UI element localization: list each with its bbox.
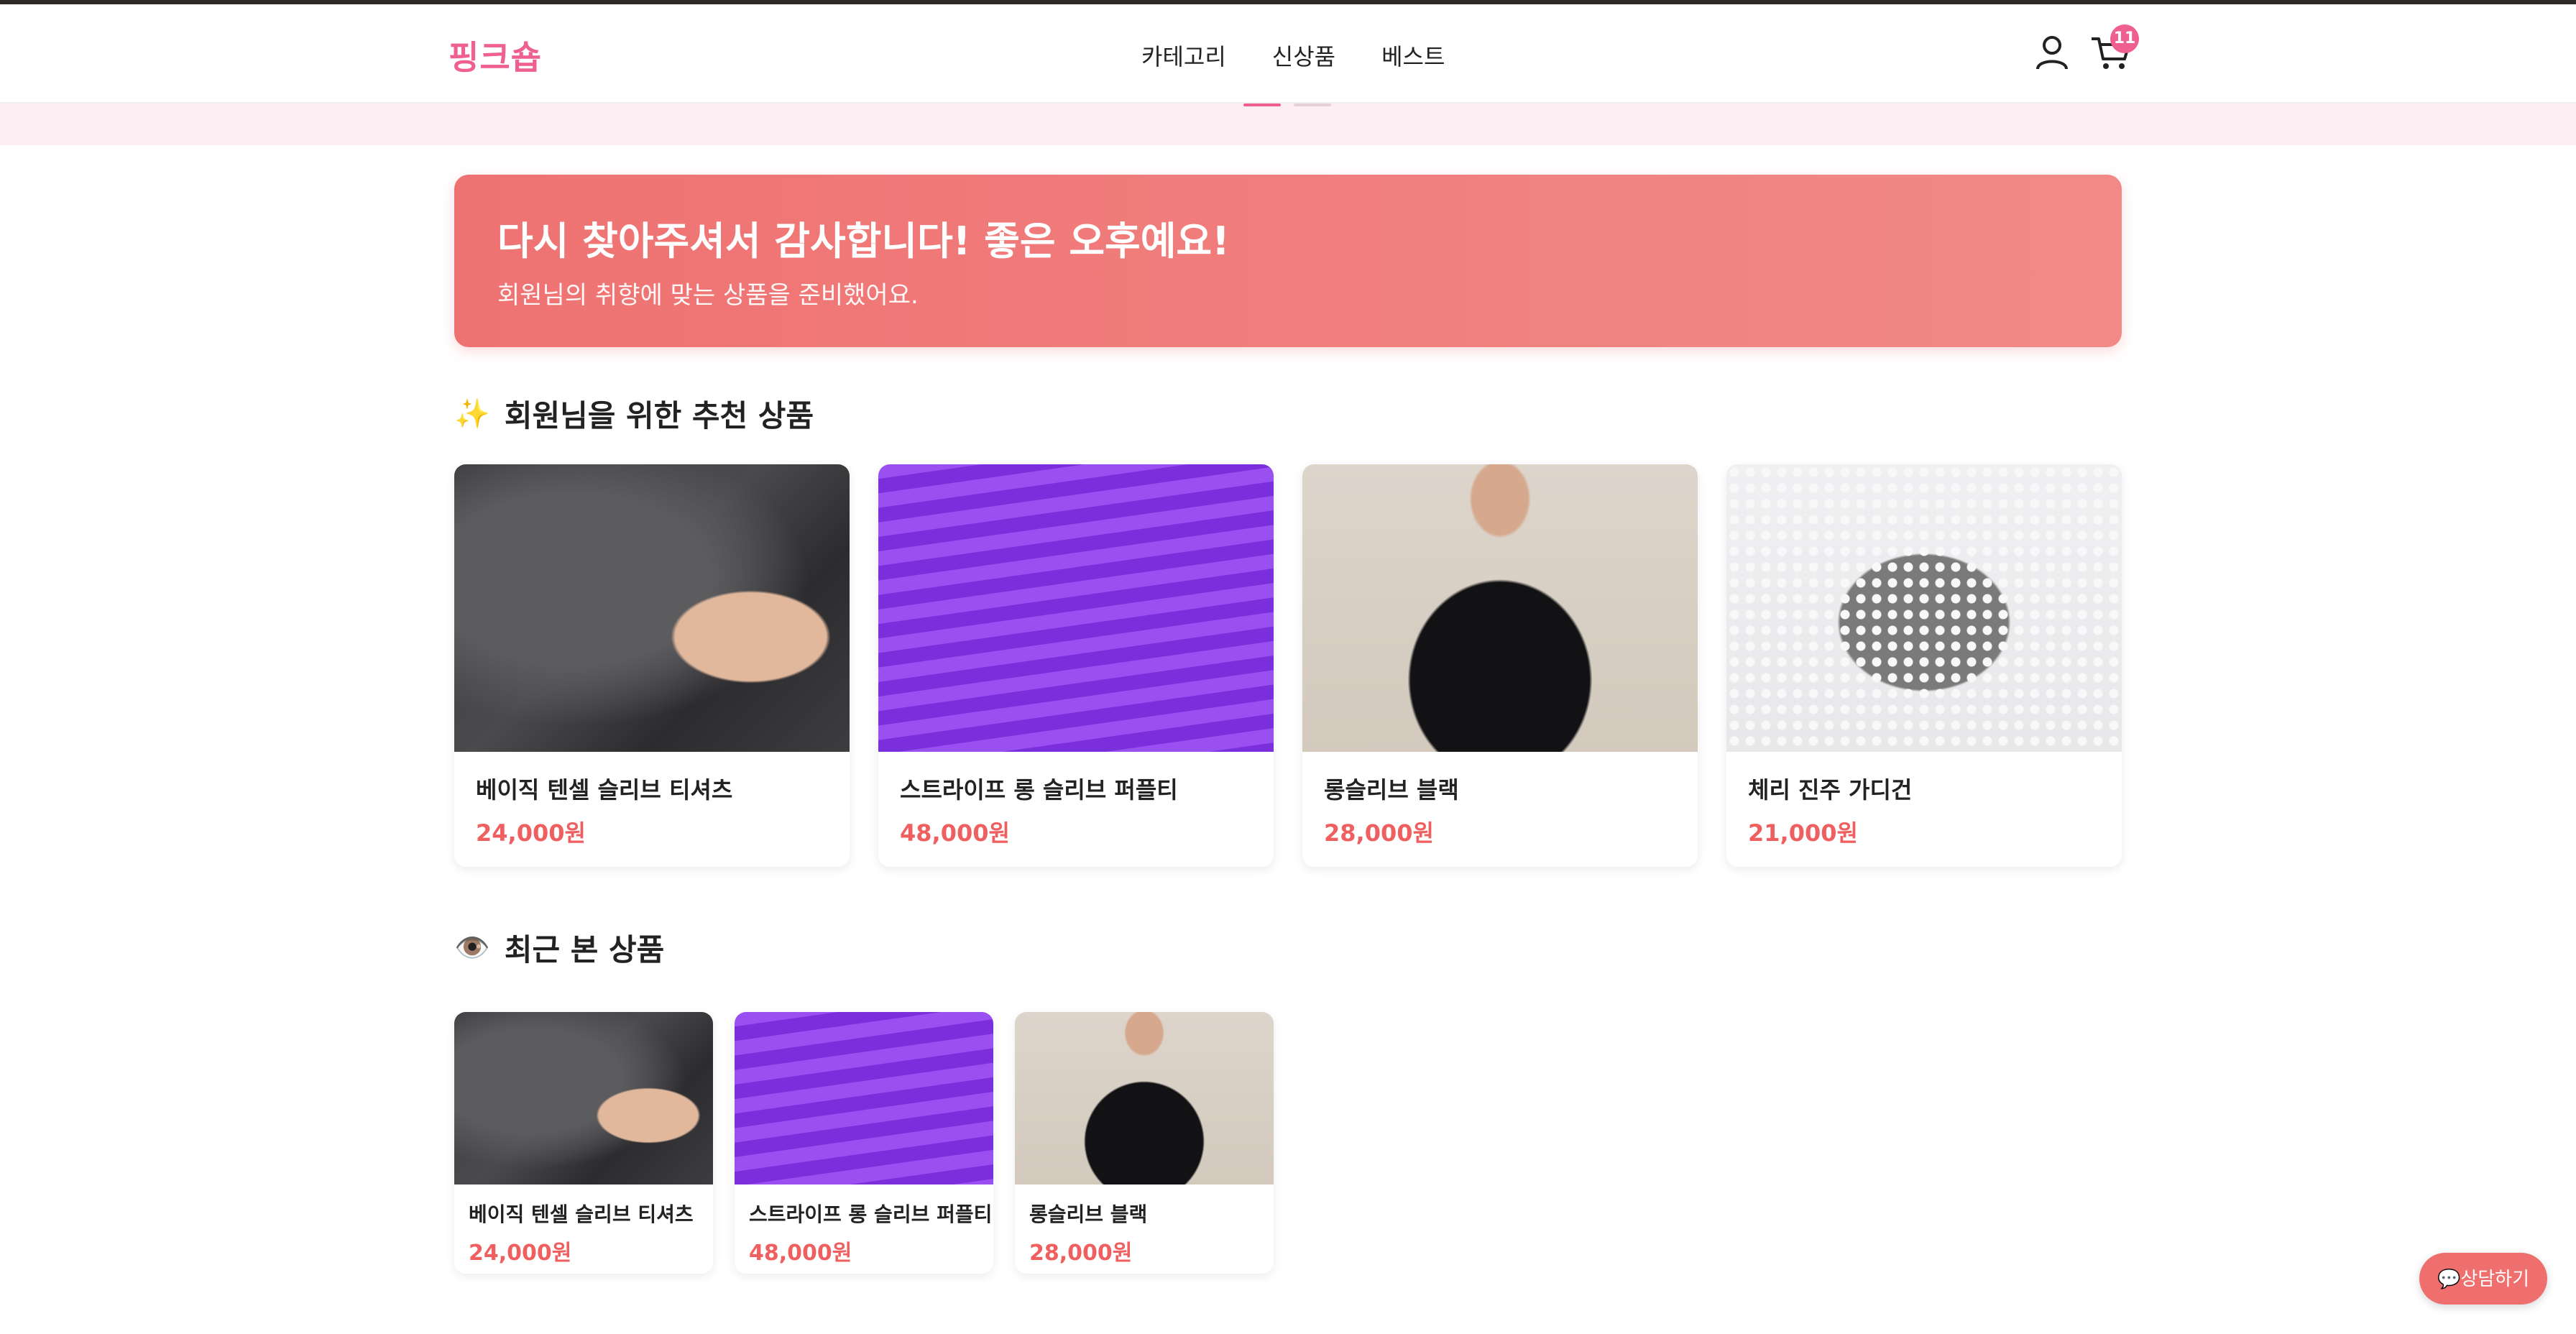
product-card[interactable]: 베이직 텐셀 슬리브 티셔츠 24,000원 <box>454 464 850 867</box>
eye-icon: 👁️ <box>454 932 490 965</box>
product-name[interactable]: 롱슬리브 블랙 <box>1029 1199 1147 1228</box>
product-price: 28,000원 <box>1324 819 1434 847</box>
recommended-section-title: ✨ 회원님을 위한 추천 상품 <box>454 392 814 436</box>
slider-dot[interactable] <box>1294 104 1331 106</box>
product-card[interactable]: 스트라이프 롱 슬리브 퍼플티 48,000원 <box>878 464 1274 867</box>
nav-item-category[interactable]: 카테고리 <box>1141 39 1226 72</box>
product-price: 48,000원 <box>900 819 1010 847</box>
product-price: 24,000원 <box>476 819 586 847</box>
product-name[interactable]: 롱슬리브 블랙 <box>1324 772 1459 805</box>
product-image[interactable] <box>454 1012 713 1184</box>
product-price: 48,000원 <box>749 1241 852 1266</box>
slider-dot-active[interactable] <box>1243 104 1281 106</box>
main-nav: 카테고리 신상품 베스트 <box>1141 39 1445 72</box>
banner-title: 다시 찾아주셔서 감사합니다! 좋은 오후예요! <box>497 218 1230 264</box>
product-image[interactable] <box>1015 1012 1274 1184</box>
recent-product-card[interactable]: 베이직 텐셀 슬리브 티셔츠 24,000원 <box>454 1012 713 1274</box>
product-card[interactable]: 롱슬리브 블랙 28,000원 <box>1302 464 1698 867</box>
recommended-title-text: 회원님을 위한 추천 상품 <box>504 398 814 433</box>
recent-product-card[interactable]: 롱슬리브 블랙 28,000원 <box>1015 1012 1274 1274</box>
user-icon[interactable] <box>2034 33 2070 72</box>
product-name[interactable]: 스트라이프 롱 슬리브 퍼플티 <box>900 772 1178 805</box>
site-header: 핑크숍 카테고리 신상품 베스트 11 <box>0 4 2576 104</box>
product-image[interactable] <box>1302 464 1698 752</box>
chat-consult-button[interactable]: 💬상담하기 <box>2419 1253 2547 1305</box>
product-name[interactable]: 베이직 텐셀 슬리브 티셔츠 <box>469 1199 694 1228</box>
product-name[interactable]: 스트라이프 롱 슬리브 퍼플티 <box>749 1199 992 1228</box>
site-logo[interactable]: 핑크숍 <box>448 32 542 79</box>
product-name[interactable]: 베이직 텐셀 슬리브 티셔츠 <box>476 772 732 805</box>
product-image[interactable] <box>1726 464 2122 752</box>
recent-section-title: 👁️ 최근 본 상품 <box>454 926 664 970</box>
product-image[interactable] <box>454 464 850 752</box>
product-price: 21,000원 <box>1748 819 1858 847</box>
recent-product-card[interactable]: 스트라이프 롱 슬리브 퍼플티 48,000원 <box>735 1012 993 1274</box>
product-price: 28,000원 <box>1029 1241 1133 1266</box>
welcome-banner: 다시 찾아주셔서 감사합니다! 좋은 오후예요! 회원님의 취향에 맞는 상품을… <box>454 175 2122 347</box>
sparkles-icon: ✨ <box>454 397 490 431</box>
nav-item-best[interactable]: 베스트 <box>1381 39 1445 72</box>
cart-count-badge: 11 <box>2110 24 2139 53</box>
product-name[interactable]: 체리 진주 가디건 <box>1748 772 1912 805</box>
nav-item-new[interactable]: 신상품 <box>1272 39 1335 72</box>
product-image[interactable] <box>735 1012 993 1184</box>
product-price: 24,000원 <box>469 1241 572 1266</box>
product-image[interactable] <box>878 464 1274 752</box>
banner-subtitle: 회원님의 취향에 맞는 상품을 준비했어요. <box>497 281 919 310</box>
hero-slider[interactable] <box>0 104 2576 145</box>
recent-title-text: 최근 본 상품 <box>504 932 665 967</box>
product-card[interactable]: 체리 진주 가디건 21,000원 <box>1726 464 2122 867</box>
